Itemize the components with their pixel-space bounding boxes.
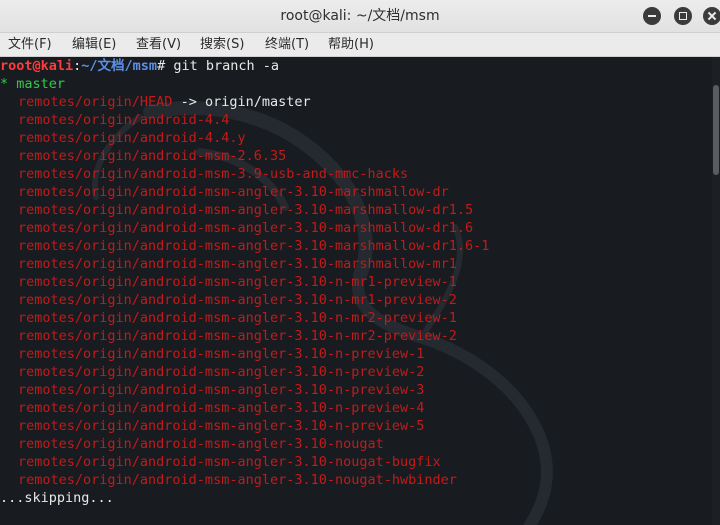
- branch-item: remotes/origin/android-msm-angler-3.10-n…: [18, 454, 441, 470]
- branch-item: remotes/origin/android-msm-angler-3.10-n…: [18, 274, 457, 290]
- menu-bar: 文件(F) 编辑(E) 查看(V) 搜索(S) 终端(T) 帮助(H): [0, 33, 720, 57]
- prompt-line: root@kali:~/文档/msm# git branch -a: [0, 57, 279, 75]
- branch-item: remotes/origin/android-msm-angler-3.10-n…: [18, 436, 384, 452]
- branch-item: remotes/origin/android-msm-angler-3.10-n…: [18, 310, 457, 326]
- close-icon[interactable]: [703, 7, 720, 25]
- branch-item: remotes/origin/android-msm-angler-3.10-m…: [18, 256, 457, 272]
- branch-item: remotes/origin/android-msm-angler-3.10-m…: [18, 184, 449, 200]
- prompt-path: ~/文档/msm: [81, 58, 158, 74]
- menu-edit[interactable]: 编辑(E): [72, 33, 116, 57]
- prompt-command: git branch -a: [173, 58, 280, 74]
- branch-item: remotes/origin/android-msm-angler-3.10-n…: [18, 472, 457, 488]
- terminal-window: root@kali: ~/文档/msm 文件(F) 编辑(E) 查看(V) 搜索…: [0, 0, 720, 525]
- head-line: remotes/origin/HEAD -> origin/master: [0, 93, 311, 111]
- title-bar[interactable]: root@kali: ~/文档/msm: [0, 0, 720, 33]
- branch-item: remotes/origin/android-msm-angler-3.10-n…: [18, 346, 425, 362]
- menu-terminal[interactable]: 终端(T): [265, 33, 309, 57]
- minimize-icon[interactable]: [643, 7, 661, 25]
- branch-item: remotes/origin/android-msm-angler-3.10-m…: [18, 220, 474, 236]
- scrollbar[interactable]: [712, 57, 720, 525]
- branch-item: remotes/origin/android-msm-angler-3.10-n…: [18, 382, 425, 398]
- terminal-output[interactable]: root@kali:~/文档/msm# git branch -a * mast…: [0, 57, 712, 525]
- branch-item: remotes/origin/android-msm-angler-3.10-n…: [18, 364, 425, 380]
- current-branch: * master: [0, 76, 66, 92]
- menu-search[interactable]: 搜索(S): [200, 33, 244, 57]
- prompt-symbol: #: [157, 58, 166, 74]
- branch-item: remotes/origin/android-msm-angler-3.10-n…: [18, 328, 457, 344]
- menu-view[interactable]: 查看(V): [136, 33, 181, 57]
- maximize-icon[interactable]: [674, 7, 692, 25]
- prompt-user-host: root@kali: [0, 58, 74, 74]
- branch-item: remotes/origin/android-4.4.y: [18, 130, 246, 146]
- branch-item: remotes/origin/android-msm-angler-3.10-m…: [18, 202, 474, 218]
- head-ref: remotes/origin/HEAD: [18, 94, 173, 110]
- branch-item: remotes/origin/android-msm-2.6.35: [18, 148, 287, 164]
- branch-item: remotes/origin/android-msm-angler-3.10-m…: [18, 238, 490, 254]
- menu-file[interactable]: 文件(F): [8, 33, 52, 57]
- menu-help[interactable]: 帮助(H): [328, 33, 374, 57]
- branch-item: remotes/origin/android-msm-angler-3.10-n…: [18, 418, 425, 434]
- window-title: root@kali: ~/文档/msm: [280, 8, 440, 24]
- branch-item: remotes/origin/android-msm-angler-3.10-n…: [18, 400, 425, 416]
- scrollbar-thumb[interactable]: [713, 85, 719, 175]
- branch-item: remotes/origin/android-msm-angler-3.10-n…: [18, 292, 457, 308]
- branch-item: remotes/origin/android-msm-3.9-usb-and-m…: [18, 166, 409, 182]
- branch-item: remotes/origin/android-4.4: [18, 112, 230, 128]
- pager-status: ...skipping...: [0, 490, 114, 506]
- head-target: -> origin/master: [172, 94, 311, 110]
